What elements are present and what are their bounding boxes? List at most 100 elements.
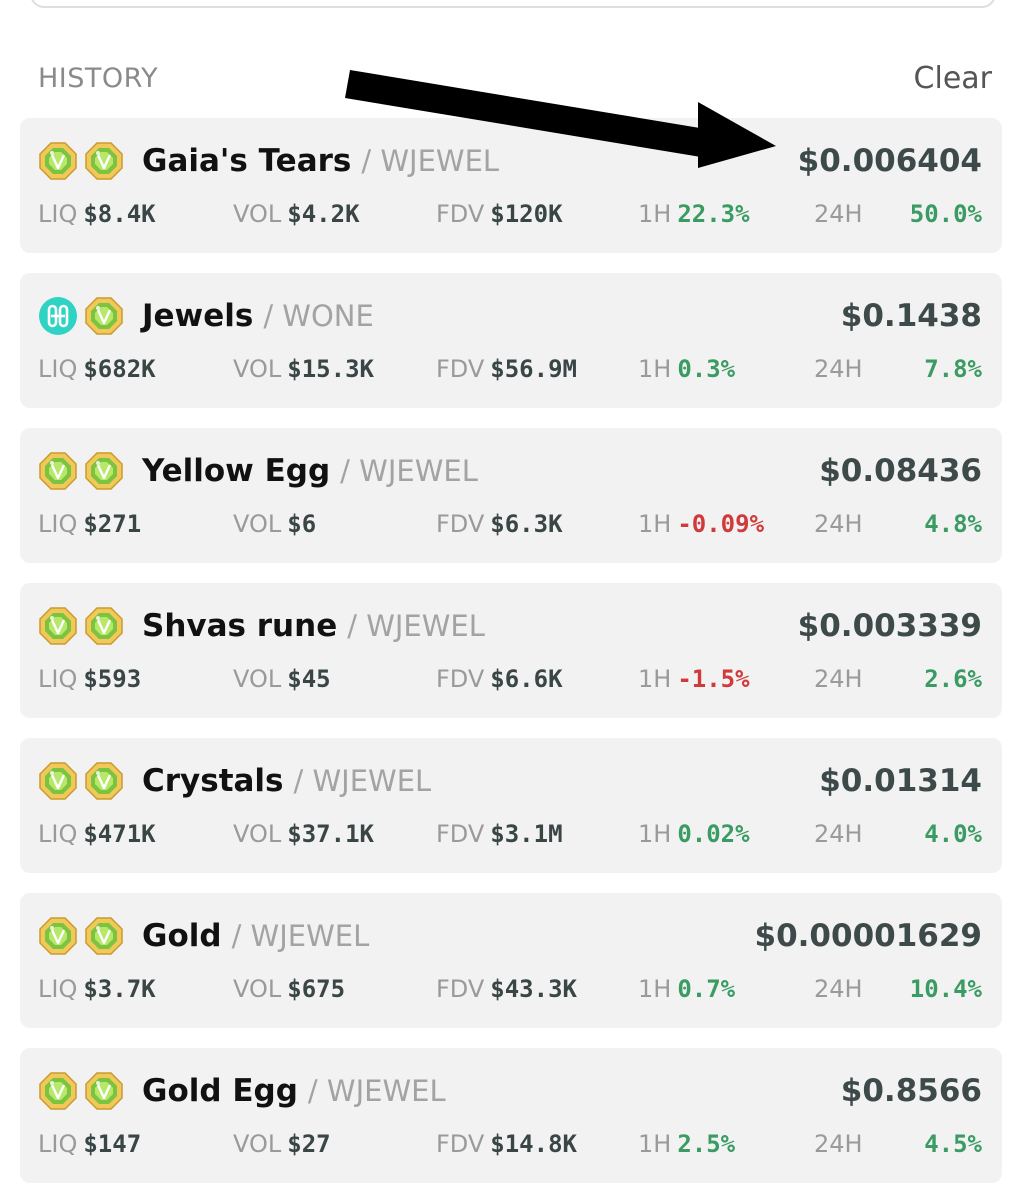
token-pair: / WJEWEL bbox=[340, 454, 478, 488]
liquidity-label: LIQ bbox=[38, 820, 78, 848]
change-24h-label: 24H bbox=[814, 355, 863, 383]
volume-label: VOL bbox=[233, 510, 282, 538]
change-1h-stat: 1H 0.7% bbox=[638, 975, 735, 1003]
fdv-value: $3.1M bbox=[490, 820, 563, 848]
change-24h-value: 50.0% bbox=[909, 200, 982, 228]
volume-label: VOL bbox=[233, 200, 282, 228]
change-1h-stat: 1H 0.3% bbox=[638, 355, 735, 383]
fdv-stat: FDV $14.8K bbox=[436, 1130, 577, 1158]
token-icons bbox=[38, 1071, 124, 1111]
change-24h-label: 24H bbox=[814, 200, 863, 228]
fdv-label: FDV bbox=[436, 975, 485, 1003]
change-1h-label: 1H bbox=[638, 820, 672, 848]
liquidity-stat: LIQ $682K bbox=[38, 355, 156, 383]
change-24h-value: 4.8% bbox=[924, 510, 982, 538]
fdv-stat: FDV $6.6K bbox=[436, 665, 563, 693]
liquidity-value: $147 bbox=[83, 1130, 142, 1158]
change-1h-stat: 1H 22.3% bbox=[638, 200, 750, 228]
change-1h-value: -0.09% bbox=[677, 510, 765, 538]
change-1h-value: 0.3% bbox=[677, 355, 736, 383]
jewel-icon bbox=[39, 1072, 77, 1110]
change-1h-value: -1.5% bbox=[677, 665, 750, 693]
search-field[interactable] bbox=[30, 0, 996, 8]
volume-stat: VOL $6 bbox=[233, 510, 316, 538]
liquidity-label: LIQ bbox=[38, 510, 78, 538]
jewel-icon bbox=[39, 452, 77, 490]
change-1h-label: 1H bbox=[638, 510, 672, 538]
volume-label: VOL bbox=[233, 820, 282, 848]
volume-stat: VOL $675 bbox=[233, 975, 345, 1003]
token-pair: / WJEWEL bbox=[347, 609, 485, 643]
fdv-value: $56.9M bbox=[490, 355, 577, 383]
fdv-label: FDV bbox=[436, 200, 485, 228]
change-1h-stat: 1H 0.02% bbox=[638, 820, 750, 848]
fdv-value: $14.8K bbox=[490, 1130, 577, 1158]
token-pair: / WJEWEL bbox=[307, 1074, 446, 1108]
token-row-4[interactable]: Crystals / WJEWEL $0.01314 LIQ $471K VOL $… bbox=[20, 738, 1002, 873]
token-price: $0.00001629 bbox=[754, 918, 982, 954]
change-1h-value: 0.7% bbox=[677, 975, 736, 1003]
fdv-value: $6.3K bbox=[490, 510, 563, 538]
change-24h-value: 4.5% bbox=[924, 1130, 982, 1158]
change-24h-value-wrap: 4.8% bbox=[924, 510, 982, 538]
change-1h-label: 1H bbox=[638, 975, 672, 1003]
jewel-icon bbox=[85, 607, 123, 645]
change-1h-stat: 1H -0.09% bbox=[638, 510, 764, 538]
liquidity-label: LIQ bbox=[38, 975, 78, 1003]
fdv-label: FDV bbox=[436, 510, 485, 538]
jewel-icon bbox=[85, 452, 123, 490]
token-icons bbox=[38, 296, 124, 336]
token-row-1[interactable]: Jewels / WONE $0.1438 LIQ $682K VOL $15.3K… bbox=[20, 273, 1002, 408]
change-24h-value: 10.4% bbox=[909, 975, 982, 1003]
history-title: HISTORY bbox=[38, 62, 159, 94]
change-1h-value: 22.3% bbox=[677, 200, 750, 228]
jewel-icon bbox=[39, 607, 77, 645]
token-icons bbox=[38, 141, 124, 181]
token-pair: / WJEWEL bbox=[361, 144, 500, 178]
change-24h-value-wrap: 10.4% bbox=[910, 975, 982, 1003]
history-list: Gaia's Tears / WJEWEL $0.006404 LIQ $8.4K… bbox=[20, 118, 1002, 1203]
token-pair: / WONE bbox=[263, 299, 374, 333]
token-icons bbox=[38, 916, 124, 956]
token-price: $0.1438 bbox=[840, 298, 982, 334]
liquidity-stat: LIQ $8.4K bbox=[38, 200, 156, 228]
clear-button[interactable]: Clear bbox=[914, 61, 992, 96]
jewel-icon bbox=[39, 142, 77, 180]
liquidity-stat: LIQ $471K bbox=[38, 820, 156, 848]
change-1h-stat: 1H -1.5% bbox=[638, 665, 750, 693]
token-name: Yellow Egg bbox=[142, 453, 331, 489]
volume-label: VOL bbox=[233, 1130, 282, 1158]
token-row-2[interactable]: Yellow Egg / WJEWEL $0.08436 LIQ $271 VOL… bbox=[20, 428, 1002, 563]
change-24h-value-wrap: 2.6% bbox=[924, 665, 982, 693]
token-row-3[interactable]: Shvas rune / WJEWEL $0.003339 LIQ $593 VO… bbox=[20, 583, 1002, 718]
token-name: Crystals bbox=[142, 763, 284, 799]
token-name: Shvas rune bbox=[142, 608, 338, 644]
liquidity-label: LIQ bbox=[38, 355, 78, 383]
liquidity-value: $271 bbox=[83, 510, 142, 538]
fdv-stat: FDV $6.3K bbox=[436, 510, 563, 538]
change-1h-label: 1H bbox=[638, 200, 672, 228]
change-24h-label: 24H bbox=[814, 820, 863, 848]
token-price: $0.08436 bbox=[819, 453, 982, 489]
fdv-value: $120K bbox=[490, 200, 563, 228]
change-1h-stat: 1H 2.5% bbox=[638, 1130, 735, 1158]
fdv-stat: FDV $43.3K bbox=[436, 975, 577, 1003]
jewel-icon bbox=[85, 762, 123, 800]
volume-stat: VOL $15.3K bbox=[233, 355, 374, 383]
token-row-5[interactable]: Gold / WJEWEL $0.00001629 LIQ $3.7K VOL $6… bbox=[20, 893, 1002, 1028]
fdv-stat: FDV $3.1M bbox=[436, 820, 563, 848]
volume-value: $6 bbox=[287, 510, 317, 538]
token-price: $0.003339 bbox=[797, 608, 982, 644]
jewel-icon bbox=[39, 762, 77, 800]
volume-label: VOL bbox=[233, 975, 282, 1003]
change-1h-label: 1H bbox=[638, 1130, 672, 1158]
token-name: Gold bbox=[142, 918, 222, 954]
change-24h-label: 24H bbox=[814, 665, 863, 693]
token-name: Gold Egg bbox=[142, 1073, 298, 1109]
change-24h-value: 4.0% bbox=[924, 820, 982, 848]
token-row-6[interactable]: Gold Egg / WJEWEL $0.8566 LIQ $147 VOL $27… bbox=[20, 1048, 1002, 1183]
token-price: $0.8566 bbox=[840, 1073, 982, 1109]
change-24h-value: 7.8% bbox=[924, 355, 982, 383]
token-row-0[interactable]: Gaia's Tears / WJEWEL $0.006404 LIQ $8.4K… bbox=[20, 118, 1002, 253]
change-24h-stat: 24H bbox=[814, 510, 869, 538]
